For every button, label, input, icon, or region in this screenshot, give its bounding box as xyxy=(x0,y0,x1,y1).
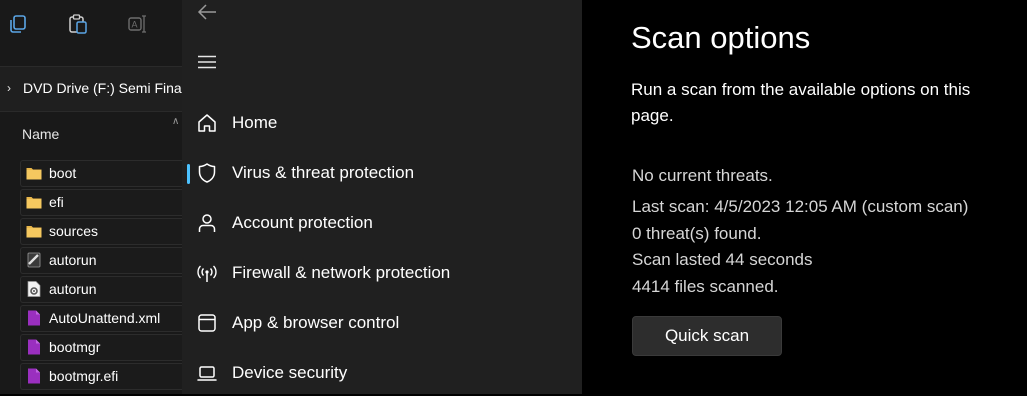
file-row[interactable]: boot xyxy=(20,160,182,187)
files-scanned-text: 4414 files scanned. xyxy=(632,276,779,296)
nav-label: App & browser control xyxy=(232,313,400,332)
scan-duration-text: Scan lasted 44 seconds xyxy=(632,250,813,269)
file-name: boot xyxy=(49,165,77,181)
file-row[interactable]: bootmgr xyxy=(20,334,182,361)
file-row[interactable]: efi xyxy=(20,189,182,216)
back-arrow-icon[interactable] xyxy=(196,2,218,22)
file-name: autorun xyxy=(49,252,97,268)
nav-label: Virus & threat protection xyxy=(232,163,415,182)
file-name: sources xyxy=(49,223,99,239)
threat-status: No current threats. xyxy=(632,166,773,185)
nav-label: Firewall & network protection xyxy=(232,263,451,282)
file-explorer-window: A › DVD Drive (F:) Semi Fina Name ∧ boot… xyxy=(0,0,182,394)
folder-icon xyxy=(26,168,42,180)
person-icon xyxy=(198,214,216,232)
file-name: bootmgr xyxy=(49,339,101,355)
purple-file-icon xyxy=(28,368,40,384)
file-name: autorun xyxy=(49,281,97,297)
shield-icon xyxy=(198,163,216,183)
paste-icon[interactable] xyxy=(67,13,89,35)
file-row[interactable]: autorun xyxy=(20,247,182,274)
purple-file-icon xyxy=(28,310,40,326)
autorun-icon xyxy=(27,252,41,268)
nav-label: Device security xyxy=(232,363,348,382)
folder-icon xyxy=(26,197,42,209)
svg-text:A: A xyxy=(132,20,138,30)
purple-file-icon xyxy=(28,339,40,355)
folder-icon xyxy=(26,226,42,238)
laptop-icon xyxy=(197,366,217,381)
threats-found-text: 0 threat(s) found. xyxy=(632,223,762,243)
security-nav-pane: Home Virus & threat protection Account p… xyxy=(182,0,582,394)
nav-label: Account protection xyxy=(232,213,373,232)
scan-options-page: Scan options Run a scan from the availab… xyxy=(582,0,1027,394)
file-name: bootmgr.efi xyxy=(49,368,119,384)
rename-icon[interactable]: A xyxy=(127,13,149,35)
antenna-icon xyxy=(197,265,217,282)
sort-arrow-icon: ∧ xyxy=(172,116,180,127)
nav-item-account-protection[interactable]: Account protection xyxy=(182,202,582,246)
page-title: Scan options xyxy=(631,20,811,55)
nav-item-home[interactable]: Home xyxy=(182,102,582,146)
explorer-toolbar: A xyxy=(0,0,182,52)
file-list: boot efi sources autorun autorun AutoUna… xyxy=(20,160,182,392)
window-icon xyxy=(198,314,216,332)
home-icon xyxy=(198,114,216,132)
nav-label: Home xyxy=(232,113,278,132)
nav-item-device-security[interactable]: Device security xyxy=(182,352,582,396)
config-file-icon xyxy=(27,281,41,297)
file-row[interactable]: AutoUnattend.xml xyxy=(20,305,182,332)
address-path[interactable]: DVD Drive (F:) Semi Fina xyxy=(23,80,182,96)
file-row[interactable]: sources xyxy=(20,218,182,245)
last-scan-text: Last scan: 4/5/2023 12:05 AM (custom sca… xyxy=(632,197,969,216)
chevron-right-icon[interactable]: › xyxy=(7,81,11,95)
address-bar[interactable]: › DVD Drive (F:) Semi Fina xyxy=(0,66,182,112)
file-row[interactable]: autorun xyxy=(20,276,182,303)
file-name: AutoUnattend.xml xyxy=(49,310,161,326)
quick-scan-button[interactable]: Quick scan xyxy=(632,316,782,356)
nav-item-app-browser-control[interactable]: App & browser control xyxy=(182,302,582,346)
column-header-name[interactable]: Name xyxy=(22,126,59,142)
nav-item-virus-threat-protection[interactable]: Virus & threat protection xyxy=(182,152,582,196)
hamburger-menu-icon[interactable] xyxy=(197,55,217,69)
nav-item-firewall-network-protection[interactable]: Firewall & network protection xyxy=(182,252,582,296)
page-description: Run a scan from the available options on… xyxy=(631,80,971,125)
copy-icon[interactable] xyxy=(7,13,29,35)
file-row[interactable]: bootmgr.efi xyxy=(20,363,182,390)
file-name: efi xyxy=(49,194,64,210)
scan-details: Last scan: 4/5/2023 12:05 AM (custom sca… xyxy=(632,194,968,300)
